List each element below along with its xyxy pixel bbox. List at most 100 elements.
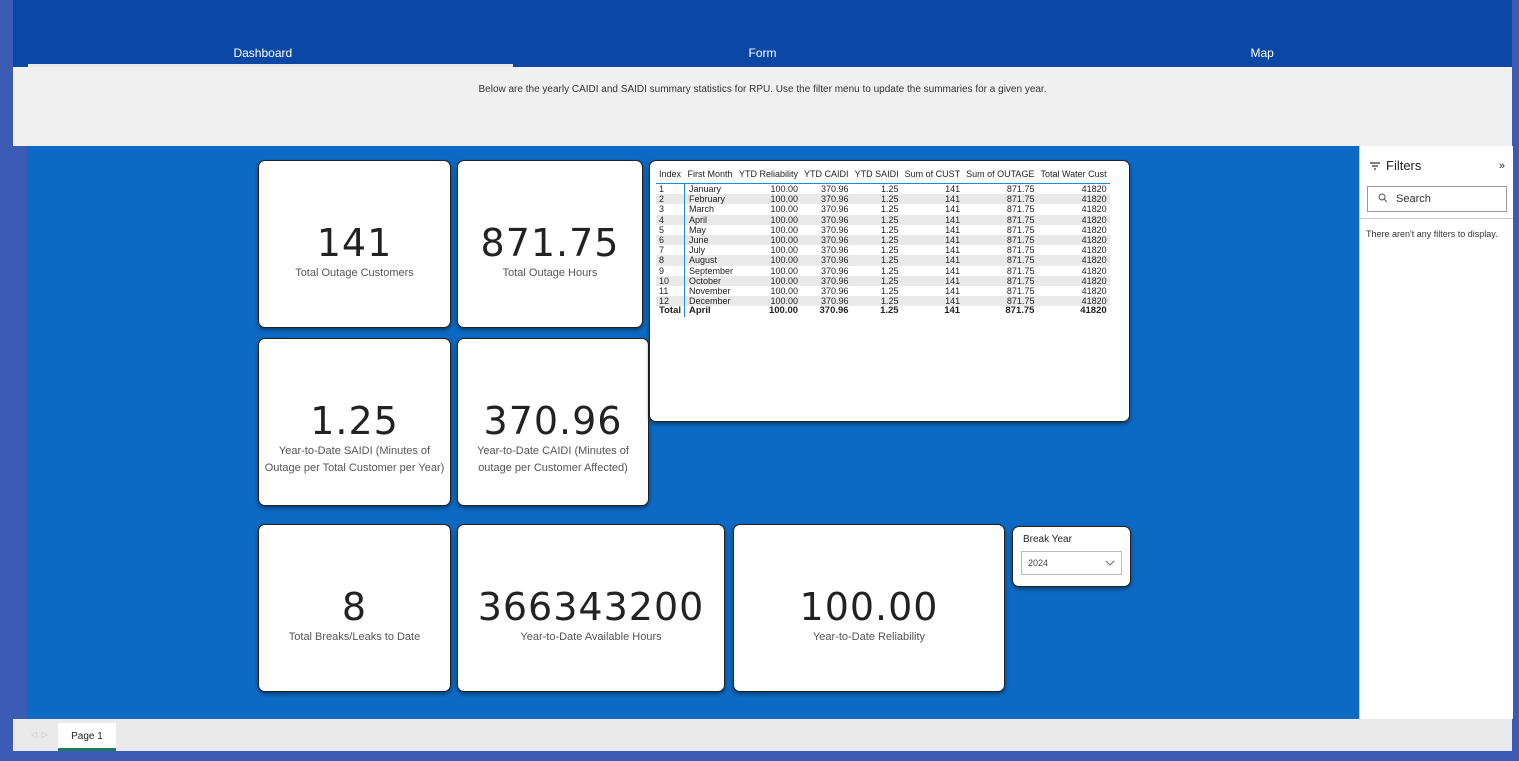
description-banner: Below are the yearly CAIDI and SAIDI sum… <box>13 67 1512 146</box>
caidi-label-line1: Year-to-Date CAIDI (Minutes of <box>477 445 629 457</box>
top-navigation: Dashboard Form Map <box>13 0 1512 67</box>
next-page-icon[interactable]: ▷ <box>42 730 48 739</box>
outage-hours-label: Total Outage Hours <box>502 267 598 279</box>
cell-sum-of-outage: 871.75 <box>1006 286 1035 297</box>
column-header-sum-of-cust[interactable]: Sum of CUST <box>901 169 964 184</box>
cell-index: 1 <box>659 184 665 194</box>
slicer-title: Break Year <box>1023 534 1072 545</box>
column-header-first-month[interactable]: First Month <box>684 169 737 184</box>
column-header-ytd-saidi[interactable]: YTD SAIDI <box>851 169 902 184</box>
cell-ytd-reliability: 100.00 <box>736 194 802 205</box>
total-cell-index: Total <box>659 305 681 317</box>
report-canvas: 141 Total Outage Customers 871.75 Total … <box>27 146 1359 719</box>
tab-form[interactable]: Form <box>513 0 1013 67</box>
cell-ytd-reliability: 100.00 <box>736 214 802 225</box>
cell-first-month: August <box>684 255 737 266</box>
cell-sum-of-cust: 141 <box>901 275 964 287</box>
column-header-sum-of-outage[interactable]: Sum of OUTAGE <box>963 169 1038 184</box>
card-outage-hours[interactable]: 871.75 Total Outage Hours <box>457 160 643 328</box>
cell-total-water-cust: 41820 <box>1037 275 1110 287</box>
cell-total-water-cust: 41820 <box>1037 194 1110 205</box>
cell-index: 3 <box>659 204 665 215</box>
cell-ytd-reliability: 100.00 <box>770 286 799 297</box>
cell-ytd-caidi: 370.96 <box>821 286 849 297</box>
caidi-label-line2: outage per Customer Affected) <box>478 462 628 474</box>
cell-ytd-saidi: 1.25 <box>851 255 902 266</box>
cell-ytd-caidi: 370.96 <box>821 265 849 276</box>
cell-sum-of-outage: 871.75 <box>1006 204 1035 215</box>
cell-sum-of-cust: 141 <box>945 224 961 235</box>
column-header-ytd-reliability[interactable]: YTD Reliability <box>736 169 802 184</box>
outage-customers-value: 141 <box>316 221 393 265</box>
cell-ytd-caidi: 370.96 <box>801 235 852 246</box>
total-cell-ytd-saidi: 1.25 <box>880 305 899 317</box>
card-outage-customers[interactable]: 141 Total Outage Customers <box>258 160 451 328</box>
cell-total-water-cust: 41820 <box>1081 224 1107 235</box>
tab-dashboard[interactable]: Dashboard <box>13 0 513 67</box>
tab-map[interactable]: Map <box>1012 0 1512 67</box>
card-breaks[interactable]: 8 Total Breaks/Leaks to Date <box>258 524 451 692</box>
total-cell-total-water-cust: 41820 <box>1080 305 1107 317</box>
table-row[interactable]: 9 September 100.00 370.96 1.25 141 871.75 41820 <box>656 265 1110 276</box>
cell-ytd-saidi: 1.25 <box>851 235 902 246</box>
cell-sum-of-cust: 141 <box>945 286 961 297</box>
cell-sum-of-outage: 871.75 <box>963 214 1038 225</box>
table-row[interactable]: 7 July 100.00 370.96 1.25 141 871.75 41820 <box>656 245 1110 256</box>
no-filters-message: There aren't any filters to display. <box>1366 229 1498 239</box>
monthly-summary-table-card[interactable]: Index First Month YTD Reliability YTD CA… <box>649 160 1130 422</box>
cell-total-water-cust: 41820 <box>1081 286 1107 297</box>
cell-sum-of-outage: 871.75 <box>963 255 1038 266</box>
cell-index: 5 <box>659 224 665 235</box>
cell-ytd-caidi: 370.96 <box>821 184 849 194</box>
breaks-value: 8 <box>341 585 368 629</box>
cell-ytd-saidi: 1.25 <box>881 204 899 215</box>
cell-sum-of-cust: 141 <box>901 255 964 266</box>
page-tab-page-1[interactable]: Page 1 <box>58 723 116 751</box>
break-year-slicer: Break Year 2024 <box>1012 526 1131 587</box>
cell-ytd-saidi: 1.25 <box>851 214 902 225</box>
saidi-value: 1.25 <box>310 399 399 443</box>
cell-ytd-reliability: 100.00 <box>770 204 799 215</box>
card-reliability[interactable]: 100.00 Year-to-Date Reliability <box>733 524 1005 692</box>
column-header-index[interactable]: Index <box>656 169 685 184</box>
table-row[interactable]: 11 November 100.00 370.96 1.25 141 871.75 41820 <box>656 286 1110 297</box>
cell-sum-of-cust: 141 <box>945 265 961 276</box>
cell-sum-of-cust: 141 <box>945 204 961 215</box>
cell-total-water-cust: 41820 <box>1037 255 1110 266</box>
total-cell-ytd-reliability: 100.00 <box>768 305 799 317</box>
cell-ytd-saidi: 1.25 <box>881 265 899 276</box>
card-available-hours[interactable]: 366343200 Year-to-Date Available Hours <box>457 524 725 692</box>
table-total-row[interactable]: Total April 100.00 370.96 1.25 141 871.75 41820 <box>656 305 1110 317</box>
available-hours-label: Year-to-Date Available Hours <box>520 631 662 643</box>
table-row[interactable]: 3 March 100.00 370.96 1.25 141 871.75 41820 <box>656 204 1110 215</box>
cell-ytd-reliability: 100.00 <box>770 265 799 276</box>
break-year-dropdown[interactable]: 2024 <box>1021 551 1122 575</box>
column-header-total-water-cust[interactable]: Total Water Cust <box>1037 169 1110 184</box>
filters-search-input[interactable]: Search <box>1367 186 1507 212</box>
cell-total-water-cust: 41820 <box>1081 184 1107 194</box>
table-row[interactable]: 8 August 100.00 370.96 1.25 141 871.75 41820 <box>656 255 1110 266</box>
card-saidi[interactable]: 1.25 Year-to-Date SAIDI (Minutes of Outa… <box>258 338 451 506</box>
prev-page-icon[interactable]: ◁ <box>31 730 37 739</box>
cell-index: 8 <box>656 255 685 266</box>
cell-total-water-cust: 41820 <box>1037 214 1110 225</box>
cell-ytd-caidi: 370.96 <box>801 214 852 225</box>
table-row[interactable]: 5 May 100.00 370.96 1.25 141 871.75 41820 <box>656 224 1110 236</box>
table-row[interactable]: 4 April 100.00 370.96 1.25 141 871.75 41820 <box>656 214 1110 225</box>
cell-ytd-saidi: 1.25 <box>851 194 902 205</box>
collapse-icon[interactable]: » <box>1499 160 1505 172</box>
cell-first-month: June <box>684 235 737 246</box>
cell-sum-of-cust: 141 <box>945 184 961 194</box>
column-header-ytd-caidi[interactable]: YTD CAIDI <box>801 169 852 184</box>
cell-ytd-caidi: 370.96 <box>821 245 849 256</box>
card-caidi[interactable]: 370.96 Year-to-Date CAIDI (Minutes of ou… <box>457 338 649 506</box>
table-row[interactable]: 2 February 100.00 370.96 1.25 141 871.75 41820 <box>656 194 1110 205</box>
page-navigation-bar: ◁ ▷ Page 1 <box>13 719 1512 751</box>
table-row[interactable]: 6 June 100.00 370.96 1.25 141 871.75 41820 <box>656 235 1110 246</box>
cell-ytd-reliability: 100.00 <box>770 184 799 194</box>
cell-sum-of-cust: 141 <box>945 245 961 256</box>
saidi-label-line1: Year-to-Date SAIDI (Minutes of <box>278 445 431 457</box>
table-row[interactable]: 1 January 100.00 370.96 1.25 141 871.75 41820 <box>656 183 1110 195</box>
cell-index: 10 <box>656 275 685 287</box>
table-row[interactable]: 10 October 100.00 370.96 1.25 141 871.75 41820 <box>656 275 1110 287</box>
